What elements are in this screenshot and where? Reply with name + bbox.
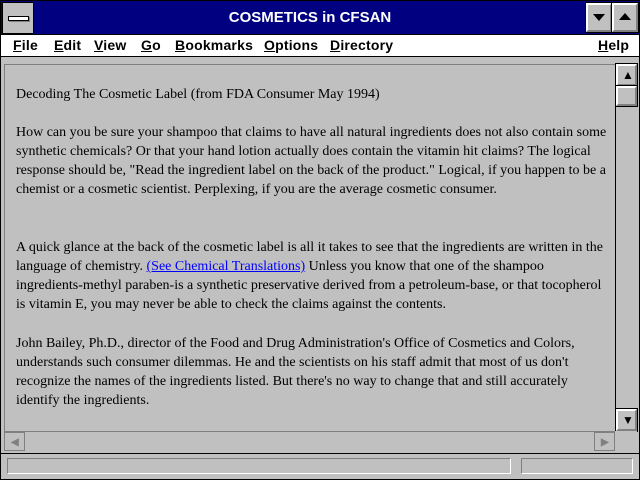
status-bar (1, 453, 639, 479)
menu-edit[interactable]: Edit (54, 37, 81, 53)
maximize-button[interactable] (611, 2, 639, 33)
paragraph-3: John Bailey, Ph.D., director of the Food… (16, 336, 575, 408)
system-menu-icon[interactable] (2, 2, 34, 34)
menu-bookmarks[interactable]: Bookmarks (175, 37, 253, 53)
menu-directory[interactable]: Directory (330, 37, 393, 53)
arrow-left-icon: ◀ (11, 437, 19, 448)
arrow-down-icon: ▼ (622, 413, 634, 427)
vertical-scrollbar[interactable]: ▲ ▼ (615, 63, 638, 432)
minimize-button[interactable] (585, 2, 613, 33)
status-message (7, 458, 511, 474)
menu-view[interactable]: View (94, 37, 126, 53)
maximize-icon (619, 13, 631, 20)
document-pane[interactable]: Decoding The Cosmetic Label (from FDA Co… (4, 64, 615, 431)
menu-file[interactable]: File (13, 37, 38, 53)
help-window: COSMETICS in CFSAN File Edit View Go Boo… (0, 0, 640, 480)
menu-go[interactable]: Go (141, 37, 161, 53)
document-heading: Decoding The Cosmetic Label (from FDA Co… (16, 87, 380, 102)
menu-help[interactable]: Help (598, 37, 629, 53)
arrow-up-icon: ▲ (622, 68, 634, 82)
scroll-left-button[interactable]: ◀ (4, 432, 25, 451)
title-bar[interactable]: COSMETICS in CFSAN (1, 1, 639, 35)
status-indicator (521, 458, 633, 474)
scroll-up-button[interactable]: ▲ (615, 63, 638, 87)
chemical-translations-link[interactable]: (See Chemical Translations) (147, 259, 306, 274)
scroll-down-button[interactable]: ▼ (615, 408, 638, 432)
scrollbar-corner (615, 431, 637, 451)
vertical-scroll-thumb[interactable] (615, 85, 638, 107)
horizontal-scrollbar[interactable]: ◀ ▶ (4, 431, 615, 451)
minimize-icon (593, 14, 605, 21)
window-title: COSMETICS in CFSAN (228, 9, 392, 26)
menu-options[interactable]: Options (264, 37, 318, 53)
menu-bar: File Edit View Go Bookmarks Options Dire… (1, 35, 639, 57)
paragraph-1: How can you be sure your shampoo that cl… (16, 125, 607, 197)
paragraph-2: A quick glance at the back of the cosmet… (16, 238, 611, 314)
scroll-right-button[interactable]: ▶ (594, 432, 615, 451)
arrow-right-icon: ▶ (601, 437, 609, 448)
